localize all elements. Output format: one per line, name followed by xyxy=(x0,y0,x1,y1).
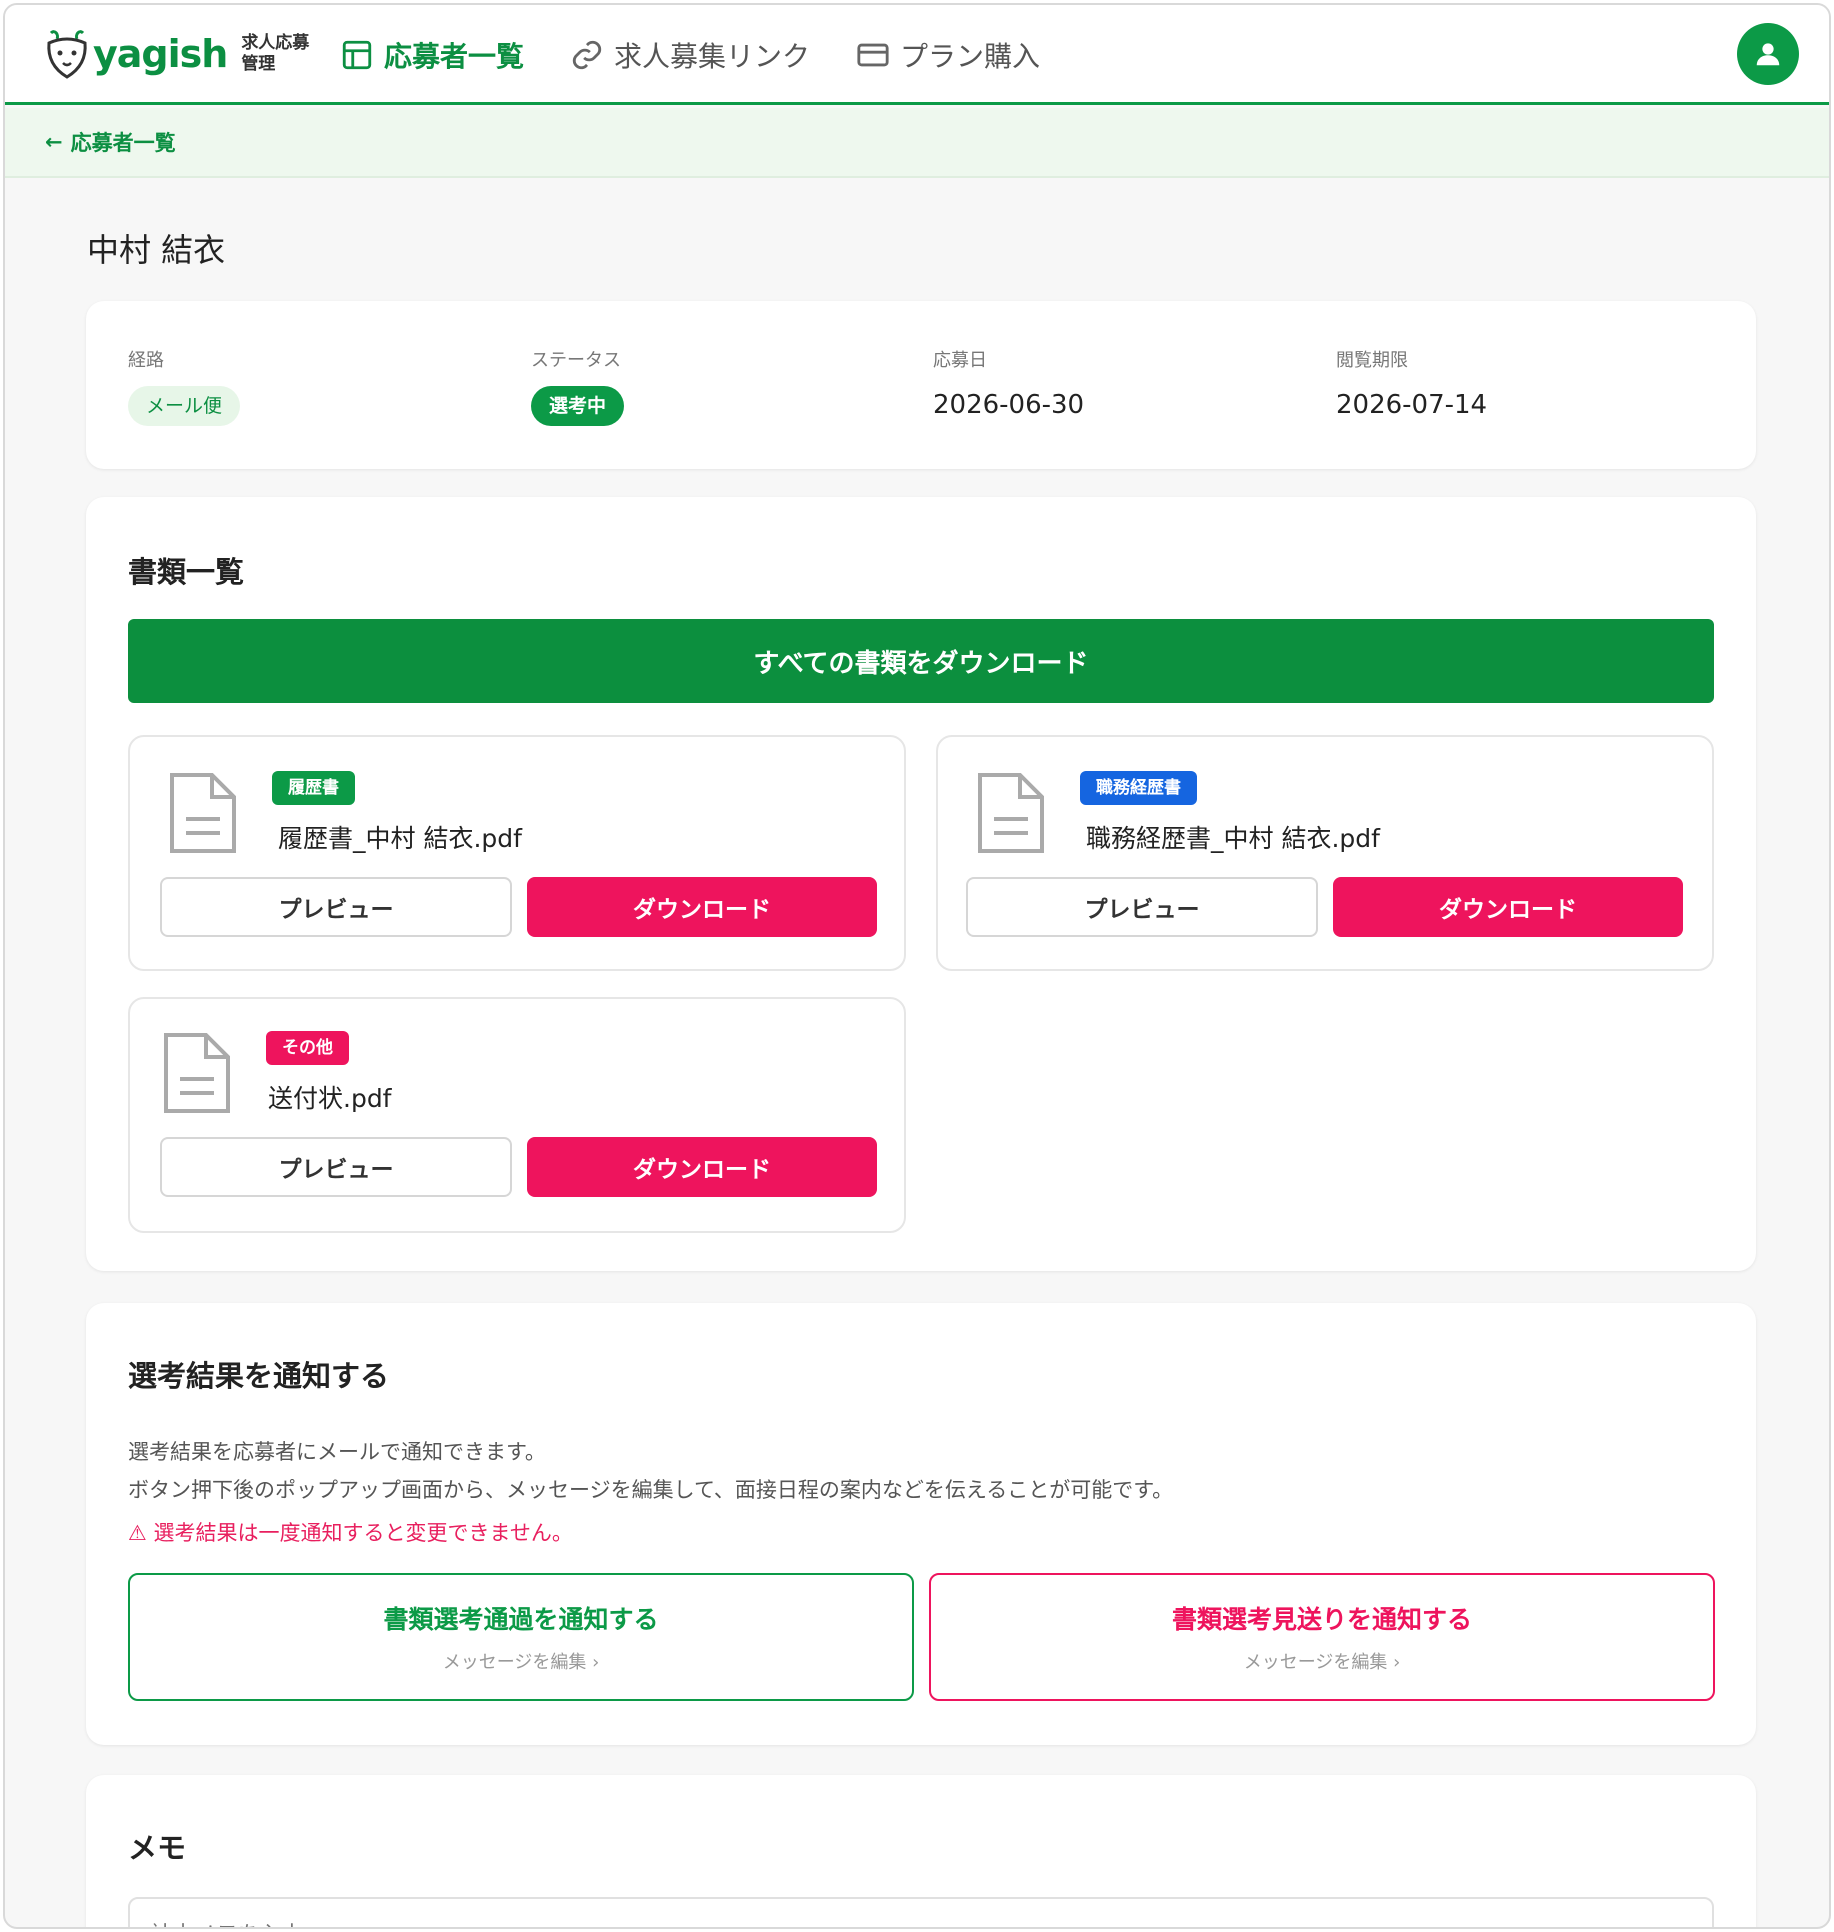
goat-logo-icon xyxy=(47,30,87,79)
edit-message-link: メッセージを編集 › xyxy=(1243,1652,1401,1673)
memo-input[interactable] xyxy=(128,1897,1714,1927)
user-icon xyxy=(1756,43,1780,66)
layout-icon xyxy=(342,40,372,70)
back-to-applicants-link[interactable]: ← 応募者一覧 xyxy=(45,127,176,157)
memo-title: メモ xyxy=(128,1831,187,1865)
download-all-button[interactable]: すべての書類をダウンロード xyxy=(128,619,1714,703)
doc-type-tag: その他 xyxy=(266,1031,349,1065)
notify-description: 選考結果を応募者にメールで通知できます。 ボタン押下後のポップアップ画面から、メ… xyxy=(128,1440,1174,1502)
doc-filename: 送付状.pdf xyxy=(268,1084,392,1113)
edit-message-link: メッセージを編集 › xyxy=(442,1652,600,1673)
status-field: ステータス 選考中 xyxy=(531,346,625,426)
nav-job-links[interactable]: 求人募集リンク xyxy=(570,35,810,75)
notify-result-card: 選考結果を通知する 選考結果を応募者にメールで通知できます。 ボタン押下後のポッ… xyxy=(86,1303,1756,1745)
logo-subtitle: 求人応募 管理 xyxy=(241,33,310,74)
top-header: yagish 求人応募 管理 応募者一覧 求人募集リンク プラン購入 xyxy=(5,5,1829,105)
notify-title: 選考結果を通知する xyxy=(128,1359,390,1393)
preview-button[interactable]: プレビュー xyxy=(160,1137,512,1197)
route-field: 経路 メール便 xyxy=(128,346,241,426)
document-item: 履歴書 履歴書_中村 結衣.pdf プレビュー ダウンロード xyxy=(128,735,906,971)
nav-plan-purchase[interactable]: プラン購入 xyxy=(856,35,1040,75)
status-badge: 選考中 xyxy=(531,386,625,426)
notify-pass-button[interactable]: 書類選考通過を通知する メッセージを編集 › xyxy=(128,1573,914,1701)
download-button[interactable]: ダウンロード xyxy=(527,877,877,937)
credit-card-icon xyxy=(857,43,889,67)
documents-card: 書類一覧 すべての書類をダウンロード 履歴書 履歴書_中村 結衣.pdf プレビ… xyxy=(86,497,1756,1271)
file-icon xyxy=(978,773,1044,853)
doc-type-tag: 職務経歴書 xyxy=(1080,771,1197,805)
doc-filename: 職務経歴書_中村 結衣.pdf xyxy=(1086,824,1380,853)
link-icon xyxy=(572,40,602,70)
memo-card: メモ xyxy=(86,1775,1756,1927)
download-button[interactable]: ダウンロード xyxy=(1333,877,1683,937)
view-deadline-field: 閲覧期限 2026-07-14 xyxy=(1336,350,1488,420)
user-avatar[interactable] xyxy=(1737,23,1799,85)
app-window: yagish 求人応募 管理 応募者一覧 求人募集リンク プラン購入 ← 応募者… xyxy=(3,3,1831,1929)
preview-button[interactable]: プレビュー xyxy=(160,877,512,937)
doc-type-tag: 履歴書 xyxy=(272,771,355,805)
nav-applicants[interactable]: 応募者一覧 xyxy=(340,35,524,75)
applicant-info-card: 経路 メール便 ステータス 選考中 応募日 2026-06-30 閲覧期限 20… xyxy=(86,301,1756,469)
arrow-left-icon: ← xyxy=(45,130,63,154)
notify-warning: ⚠ 選考結果は一度通知すると変更できません。 xyxy=(128,1521,573,1545)
logo-text: yagish xyxy=(93,32,228,76)
document-item: 職務経歴書 職務経歴書_中村 結衣.pdf プレビュー ダウンロード xyxy=(936,735,1714,971)
route-badge: メール便 xyxy=(128,386,241,426)
download-button[interactable]: ダウンロード xyxy=(527,1137,877,1197)
applicant-name: 中村 結衣 xyxy=(87,231,226,269)
main-nav: 応募者一覧 求人募集リンク プラン購入 xyxy=(340,35,1040,75)
logo[interactable]: yagish 求人応募 管理 xyxy=(43,27,309,81)
breadcrumb: ← 応募者一覧 xyxy=(5,108,1829,178)
document-item: その他 送付状.pdf プレビュー ダウンロード xyxy=(128,997,906,1233)
doc-filename: 履歴書_中村 結衣.pdf xyxy=(278,824,522,853)
file-icon xyxy=(170,773,236,853)
preview-button[interactable]: プレビュー xyxy=(966,877,1318,937)
file-icon xyxy=(164,1033,230,1113)
notify-reject-button[interactable]: 書類選考見送りを通知する メッセージを編集 › xyxy=(929,1573,1715,1701)
documents-title: 書類一覧 xyxy=(128,555,245,589)
applied-date-field: 応募日 2026-06-30 xyxy=(933,350,1085,420)
